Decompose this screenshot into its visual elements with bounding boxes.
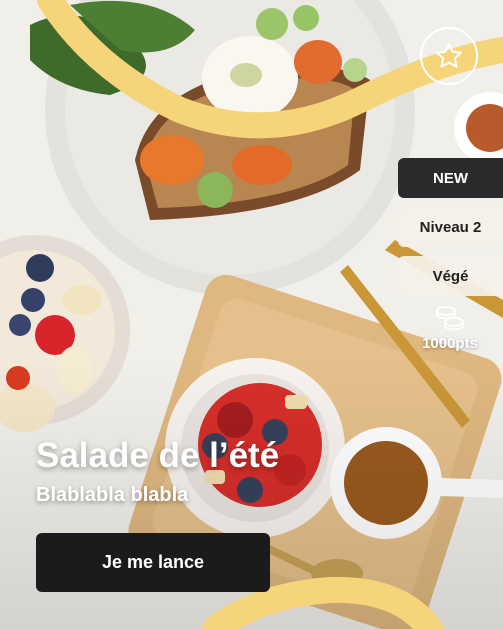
recipe-title: Salade de l’été — [36, 436, 280, 475]
recipe-subtitle: Blablabla blabla — [36, 484, 189, 506]
coins-stack-icon — [436, 306, 464, 331]
start-recipe-button[interactable]: Je me lance — [36, 533, 270, 592]
badge-diet-label: Végé — [432, 267, 469, 285]
star-outline-icon — [436, 43, 462, 68]
reward-points: 1000pts — [405, 305, 495, 352]
points-value: 1000pts — [422, 335, 478, 352]
badge-level-label: Niveau 2 — [419, 218, 482, 236]
badge-level: Niveau 2 — [398, 207, 503, 247]
badge-new: NEW — [398, 158, 503, 198]
favorite-button[interactable] — [420, 27, 478, 85]
badge-new-label: NEW — [433, 169, 468, 187]
recipe-card[interactable]: NEW Niveau 2 Végé 1000pts Salade de l’ét… — [0, 0, 503, 629]
badge-list: NEW Niveau 2 Végé — [398, 158, 503, 305]
badge-diet: Végé — [398, 256, 503, 296]
